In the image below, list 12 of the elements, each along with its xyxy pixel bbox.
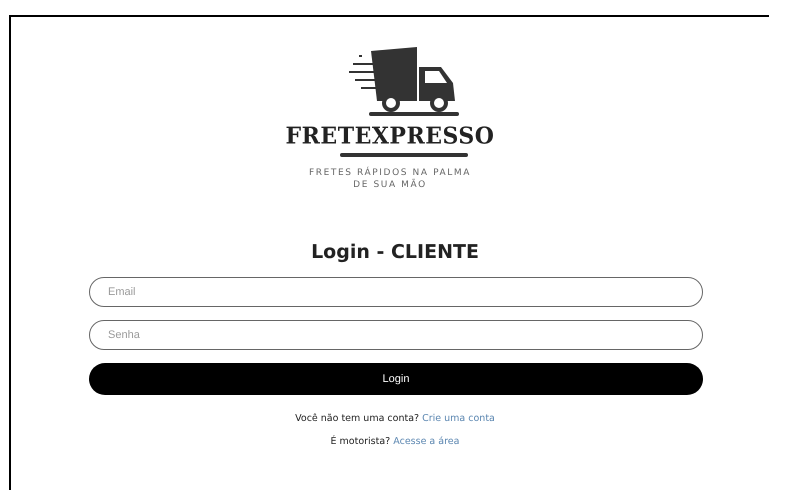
login-button[interactable]: Login	[89, 363, 703, 395]
link[interactable]: Acesse a área	[393, 436, 460, 447]
prompt-text: É motorista?	[330, 436, 390, 447]
link[interactable]: Crie uma conta	[422, 413, 495, 424]
brand-name: FRETEXPRESSO	[286, 122, 494, 150]
tagline: FRETES RÁPIDOS NA PALMA	[308, 167, 472, 178]
input-field[interactable]: Email	[89, 277, 703, 307]
page-title: Login - CLIENTE	[311, 241, 479, 263]
input-field[interactable]: Senha	[89, 320, 703, 350]
prompt-text: Você não tem uma conta?	[295, 413, 420, 424]
tagline: DE SUA MÃO	[353, 179, 427, 191]
truck-icon	[349, 45, 459, 117]
